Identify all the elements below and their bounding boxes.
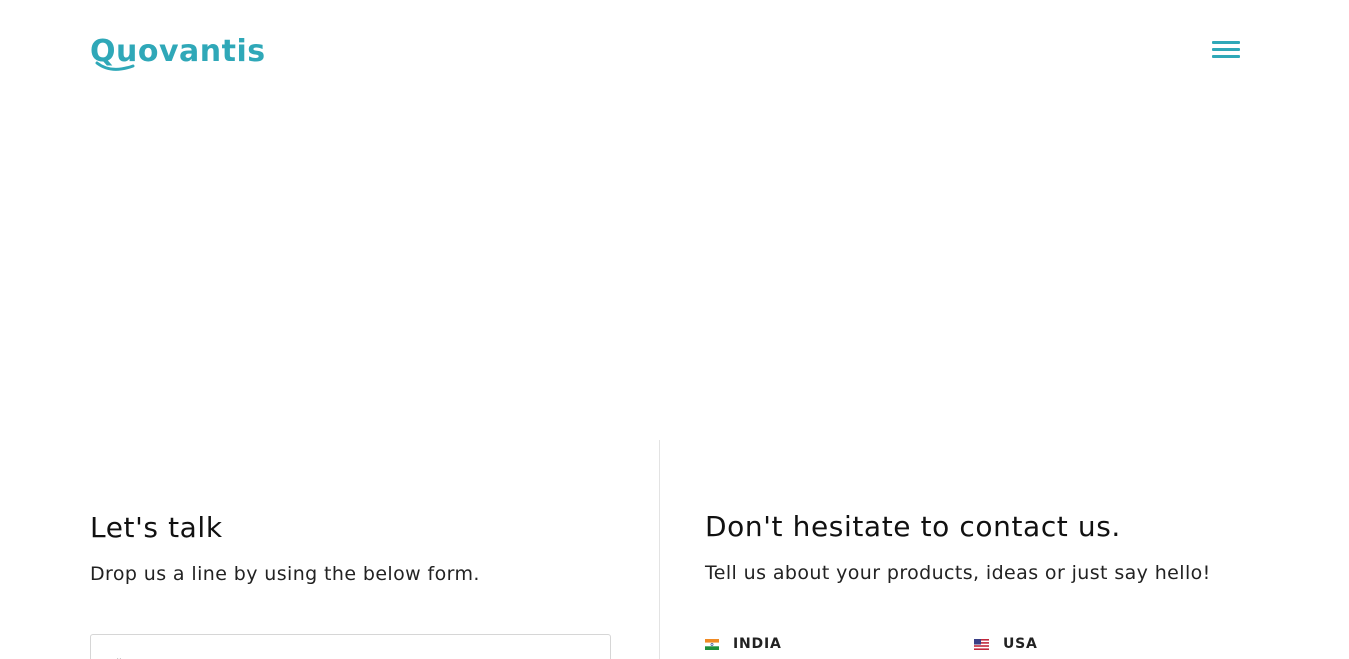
contact-page: Quovantis Let's talk Drop us a line by u… [0,0,1349,659]
column-divider [659,440,660,659]
contact-title: Don't hesitate to contact us. [705,510,1121,543]
form-title: Let's talk [90,511,223,544]
location-label-india: INDIA [733,636,782,652]
location-label-usa: USA [1003,636,1038,652]
india-flag-icon [705,638,719,650]
quovantis-logo[interactable]: Quovantis [89,26,265,74]
location-india[interactable]: INDIA [705,635,782,653]
svg-text:Quovantis: Quovantis [90,34,265,69]
contact-form-section: Let's talk Drop us a line by using the b… [90,508,612,659]
full-name-input[interactable] [90,634,611,659]
usa-flag-icon [974,638,989,650]
menu-bar [1212,55,1240,58]
contact-info-section: Don't hesitate to contact us. Tell us ab… [705,507,1265,652]
quovantis-logo-mark: Quovantis [90,34,265,71]
hamburger-menu-icon[interactable] [1209,39,1243,63]
menu-bar [1212,48,1240,51]
form-subtitle: Drop us a line by using the below form. [90,563,480,585]
menu-bar [1212,41,1240,44]
contact-subtitle: Tell us about your products, ideas or ju… [705,562,1211,584]
location-usa[interactable]: USA [974,635,1038,653]
